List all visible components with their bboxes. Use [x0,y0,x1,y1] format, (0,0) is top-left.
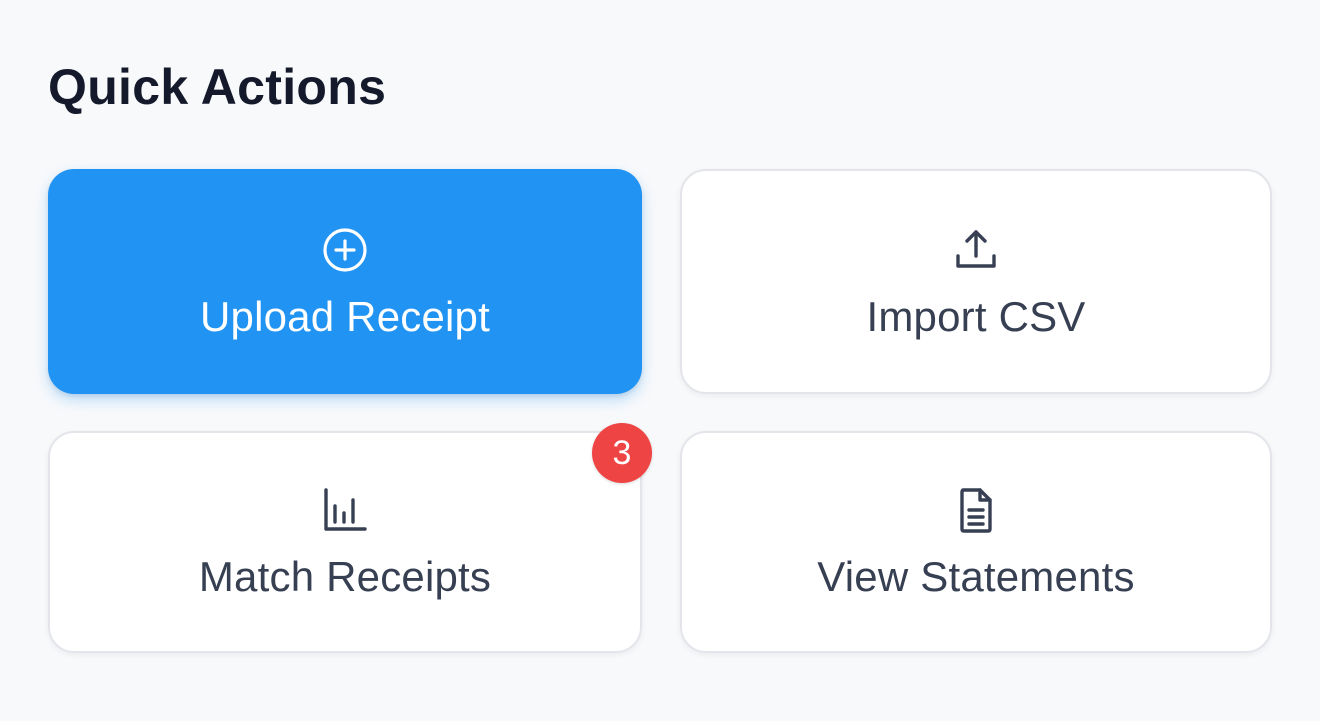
plus-circle-icon [321,226,369,274]
bar-chart-icon [321,486,369,534]
import-csv-label: Import CSV [866,292,1086,340]
notification-badge: 3 [592,423,652,483]
match-receipts-button[interactable]: Match Receipts 3 [48,423,652,653]
document-icon [952,486,1000,534]
section-title: Quick Actions [48,59,387,115]
match-receipts-label: Match Receipts [198,553,492,600]
import-csv-button[interactable]: Import CSV [680,169,1272,394]
upload-receipt-label: Upload Receipt [200,292,490,340]
quick-actions-grid: Upload Receipt Import CSV Match Receipts… [48,169,1272,653]
view-statements-button[interactable]: View Statements [680,431,1272,653]
upload-receipt-button[interactable]: Upload Receipt [48,169,642,394]
upload-icon [952,226,1000,274]
view-statements-label: View Statements [817,553,1135,600]
quick-actions-panel: Quick Actions Upload Receipt Import CSV … [0,0,1320,721]
